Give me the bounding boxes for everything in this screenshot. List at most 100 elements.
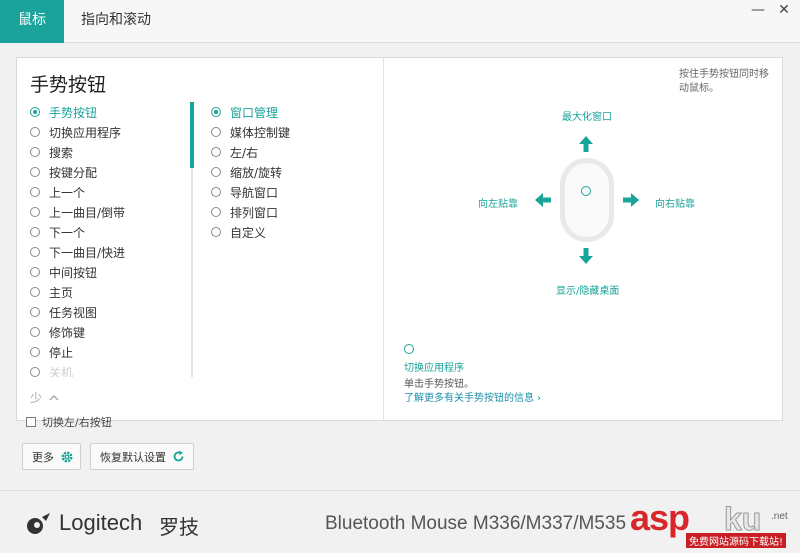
button-list-item-label: 上一曲目/倒带 xyxy=(49,205,126,220)
close-button[interactable]: ✕ xyxy=(774,2,794,18)
button-list-item-label: 下一曲目/快进 xyxy=(49,245,126,260)
panel-divider xyxy=(383,57,384,421)
radio-icon[interactable] xyxy=(30,347,40,357)
radio-icon[interactable] xyxy=(30,367,40,377)
radio-icon[interactable] xyxy=(211,207,221,217)
watermark-subtitle: 免费网站源码下载站! xyxy=(686,533,787,548)
button-list-item[interactable]: 下一曲目/快进 xyxy=(30,242,125,262)
button-list-item[interactable]: 停止 xyxy=(30,342,73,362)
radio-icon[interactable] xyxy=(30,207,40,217)
section-title: 手势按钮 xyxy=(30,74,107,96)
radio-icon[interactable] xyxy=(211,127,221,137)
arrow-up-icon xyxy=(579,136,593,152)
radio-icon[interactable] xyxy=(30,167,40,177)
learn-more-link[interactable]: 了解更多有关手势按钮的信息 › xyxy=(404,389,541,404)
button-list-item-label: 主页 xyxy=(49,285,74,300)
button-list-item[interactable]: 切换应用程序 xyxy=(30,122,121,142)
button-list-item-label: 按键分配 xyxy=(49,165,98,180)
gesture-list-item-label: 左/右 xyxy=(230,145,259,160)
radio-icon[interactable] xyxy=(30,127,40,137)
button-list-item[interactable]: 搜索 xyxy=(30,142,73,162)
radio-icon[interactable] xyxy=(211,227,221,237)
gesture-list-item-label: 导航窗口 xyxy=(230,185,279,200)
arrow-down-icon xyxy=(579,248,593,264)
scrollbar-thumb[interactable] xyxy=(190,102,194,168)
gesture-list-item[interactable]: 窗口管理 xyxy=(211,102,278,122)
radio-selected-icon[interactable] xyxy=(211,107,221,117)
top-bar: 鼠标 指向和滚动 — ✕ xyxy=(0,0,800,43)
reset-icon xyxy=(173,450,184,462)
button-list-item-label: 停止 xyxy=(49,345,74,360)
reset-button-label: 恢复默认设置 xyxy=(100,450,166,464)
more-button-label: 更多 xyxy=(32,450,54,464)
swap-buttons-option[interactable]: 切换左/右按钮 xyxy=(26,414,112,430)
button-list-item[interactable]: 上一曲目/倒带 xyxy=(30,202,125,222)
direction-down-label: 显示/隐藏桌面 xyxy=(556,286,620,297)
button-list-item[interactable]: 关机 xyxy=(30,362,73,377)
radio-icon[interactable] xyxy=(30,287,40,297)
button-list-item-label: 关机 xyxy=(49,365,74,378)
arrow-left-icon xyxy=(535,193,551,207)
radio-icon[interactable] xyxy=(211,147,221,157)
gesture-button-circle-icon xyxy=(404,344,414,354)
radio-icon[interactable] xyxy=(30,247,40,257)
watermark: asp ku .net 免费网站源码下载站! xyxy=(630,497,800,553)
mouse-body xyxy=(565,163,609,237)
gesture-list-item[interactable]: 导航窗口 xyxy=(211,182,278,202)
less-toggle[interactable]: 少 xyxy=(30,389,59,406)
radio-icon[interactable] xyxy=(30,327,40,337)
button-list-item[interactable]: 上一个 xyxy=(30,182,85,202)
button-list-item[interactable]: 中间按钮 xyxy=(30,262,97,282)
button-list-item[interactable]: 手势按钮 xyxy=(30,102,97,122)
button-list-item-label: 下一个 xyxy=(49,225,86,240)
button-list-item[interactable]: 按键分配 xyxy=(30,162,97,182)
more-button[interactable]: 更多 xyxy=(22,443,81,470)
button-list-item-label: 任务视图 xyxy=(49,305,98,320)
swap-buttons-label: 切换左/右按钮 xyxy=(42,416,112,429)
gear-icon xyxy=(61,451,73,462)
gesture-button-marker xyxy=(581,186,591,196)
radio-icon[interactable] xyxy=(211,187,221,197)
gesture-hint: 按住手势按钮同时移动鼠标。 xyxy=(679,69,769,94)
gesture-list-item[interactable]: 自定义 xyxy=(211,222,266,242)
swap-buttons-checkbox[interactable] xyxy=(26,417,36,427)
button-list-item-label: 切换应用程序 xyxy=(49,125,122,140)
reset-defaults-button[interactable]: 恢复默认设置 xyxy=(90,443,194,470)
button-list-item-label: 手势按钮 xyxy=(49,105,98,120)
gesture-list-item[interactable]: 左/右 xyxy=(211,142,258,162)
gesture-list-item-label: 缩放/旋转 xyxy=(230,165,283,180)
less-toggle-label: 少 xyxy=(30,391,43,405)
button-list-item[interactable]: 修饰键 xyxy=(30,322,85,342)
button-assignment-list: 手势按钮切换应用程序 搜索按键分配上一个上一曲目/倒带 下一个下一曲目/快进中间按钮… xyxy=(30,102,185,377)
button-list-item[interactable]: 主页 xyxy=(30,282,73,302)
button-list-item[interactable]: 下一个 xyxy=(30,222,85,242)
tab-mouse[interactable]: 鼠标 xyxy=(0,0,64,43)
brand-name-cn: 罗技 xyxy=(159,515,199,539)
gesture-list-item[interactable]: 缩放/旋转 xyxy=(211,162,282,182)
device-name: Bluetooth Mouse M336/M337/M535 xyxy=(325,513,627,534)
button-list-item[interactable]: 任务视图 xyxy=(30,302,97,322)
direction-right-label: 向右贴靠 xyxy=(655,199,695,210)
radio-icon[interactable] xyxy=(30,227,40,237)
radio-selected-icon[interactable] xyxy=(30,107,40,117)
footer-divider xyxy=(0,490,800,491)
logitech-logo-icon xyxy=(27,513,50,534)
gesture-info-description: 单击手势按钮。 xyxy=(404,379,474,390)
button-list-item-label: 搜索 xyxy=(49,145,74,160)
radio-icon[interactable] xyxy=(211,167,221,177)
watermark-net: .net xyxy=(771,511,788,522)
gesture-list-item[interactable]: 排列窗口 xyxy=(211,202,278,222)
gesture-list-item-label: 窗口管理 xyxy=(230,105,279,120)
radio-icon[interactable] xyxy=(30,187,40,197)
gesture-info-title: 切换应用程序 xyxy=(404,363,464,374)
arrow-right-icon xyxy=(623,193,639,207)
minimize-button[interactable]: — xyxy=(748,2,768,18)
radio-icon[interactable] xyxy=(30,307,40,317)
brand-name: Logitech xyxy=(59,510,143,535)
gesture-option-list: 窗口管理媒体控制键左/右缩放/旋转导航窗口排列窗口 自定义 xyxy=(211,102,376,247)
gesture-list-item[interactable]: 媒体控制键 xyxy=(211,122,290,142)
tab-pointing-scrolling[interactable]: 指向和滚动 xyxy=(81,0,151,43)
radio-icon[interactable] xyxy=(30,267,40,277)
radio-icon[interactable] xyxy=(30,147,40,157)
direction-left-label: 向左贴靠 xyxy=(478,199,518,210)
